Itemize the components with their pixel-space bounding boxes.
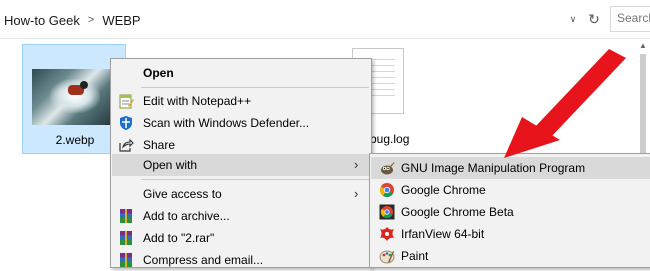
open-with-submenu: GNU Image Manipulation Program Google Ch… bbox=[369, 153, 650, 268]
scroll-up-icon[interactable]: ▲ bbox=[636, 40, 650, 52]
annotation-arrow-head bbox=[504, 117, 560, 158]
menu-item-add-to-rar[interactable]: Add to "2.rar" bbox=[112, 227, 370, 249]
file-thumbnail bbox=[32, 69, 116, 125]
winrar-icon bbox=[118, 252, 134, 268]
notepadpp-icon bbox=[118, 93, 134, 109]
irfanview-icon bbox=[379, 226, 395, 242]
chrome-beta-icon bbox=[379, 204, 395, 220]
defender-shield-icon bbox=[118, 115, 134, 131]
search-input[interactable] bbox=[611, 7, 650, 29]
submenu-item-irfanview[interactable]: IrfanView 64-bit bbox=[371, 223, 650, 245]
breadcrumb: How-to Geek > WEBP bbox=[0, 8, 145, 32]
chevron-right-icon: › bbox=[354, 157, 359, 172]
winrar-icon bbox=[118, 208, 134, 224]
share-icon bbox=[118, 137, 134, 153]
context-menu: Open Edit with Notepad++ Scan with Windo… bbox=[110, 58, 372, 268]
refresh-icon[interactable]: ↻ bbox=[586, 10, 602, 28]
menu-item-open-with[interactable]: Open with › bbox=[112, 154, 370, 176]
winrar-icon bbox=[118, 230, 134, 246]
menu-item-share[interactable]: Share bbox=[112, 134, 370, 156]
submenu-item-chrome[interactable]: Google Chrome bbox=[371, 179, 650, 201]
file-name-label: bug.log bbox=[370, 132, 410, 146]
menu-item-add-to-archive[interactable]: Add to archive... bbox=[112, 205, 370, 227]
annotation-arrow-shaft bbox=[534, 49, 626, 137]
submenu-item-chrome-beta[interactable]: Google Chrome Beta bbox=[371, 201, 650, 223]
menu-item-open[interactable]: Open bbox=[112, 62, 370, 84]
chevron-down-icon[interactable]: ∨ bbox=[566, 10, 580, 28]
submenu-item-paint[interactable]: Paint bbox=[371, 245, 650, 267]
paint-icon bbox=[379, 248, 395, 264]
chevron-right-icon[interactable]: > bbox=[84, 14, 98, 26]
address-bar: How-to Geek > WEBP ∨ ↻ bbox=[0, 0, 650, 39]
gimp-icon bbox=[379, 160, 395, 176]
breadcrumb-webp[interactable]: WEBP bbox=[98, 13, 144, 28]
menu-divider bbox=[141, 87, 369, 88]
menu-divider bbox=[141, 179, 369, 180]
menu-item-scan-defender[interactable]: Scan with Windows Defender... bbox=[112, 112, 370, 134]
search-box[interactable] bbox=[610, 6, 650, 32]
menu-item-compress-email[interactable]: Compress and email... bbox=[112, 249, 370, 271]
submenu-item-gimp[interactable]: GNU Image Manipulation Program bbox=[371, 157, 650, 179]
chrome-icon bbox=[379, 182, 395, 198]
breadcrumb-how-to-geek[interactable]: How-to Geek bbox=[0, 13, 84, 28]
chevron-right-icon: › bbox=[354, 186, 359, 201]
menu-item-give-access[interactable]: Give access to › bbox=[112, 183, 370, 205]
menu-item-edit-notepadpp[interactable]: Edit with Notepad++ bbox=[112, 90, 370, 112]
